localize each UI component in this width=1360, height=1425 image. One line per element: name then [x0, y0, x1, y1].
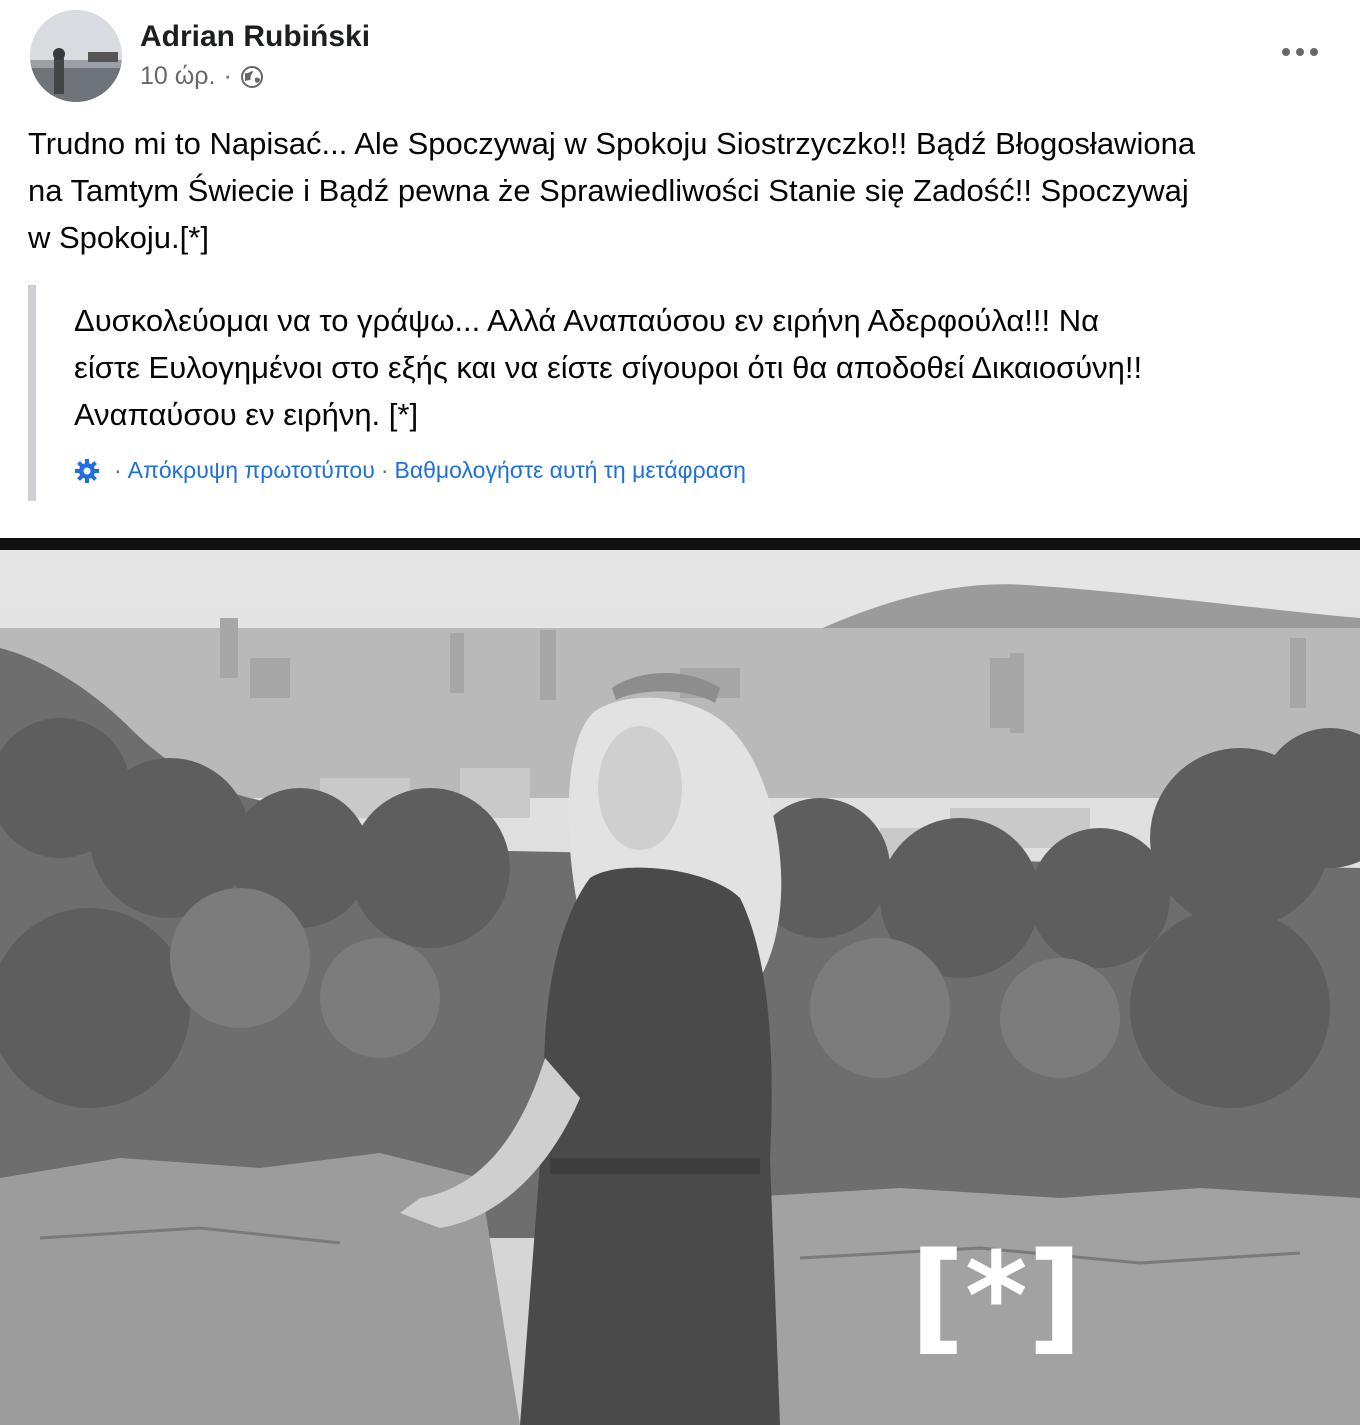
post-meta: 10 ώρ. · [140, 62, 264, 91]
post-time[interactable]: 10 ώρ. [140, 62, 215, 91]
more-options-button[interactable] [1270, 32, 1330, 72]
avatar[interactable] [30, 10, 122, 102]
link-separator: · [114, 457, 122, 483]
post-header: Adrian Rubiński 10 ώρ. · [30, 10, 1340, 110]
post-photo[interactable]: [*] [0, 538, 1360, 1425]
photo-image: [*] [0, 538, 1360, 1425]
link-separator: · [380, 457, 389, 483]
translation-text: Δυσκολεύομαι να το γράψω... Αλλά Αναπαύσ… [74, 297, 1344, 438]
post-text: Trudno mi to Napisać... Ale Spoczywaj w … [28, 120, 1328, 261]
more-dot [1296, 48, 1304, 56]
post-text-line: Trudno mi to Napisać... Ale Spoczywaj w … [28, 126, 1196, 161]
photo-watermark: [*] [910, 1228, 1082, 1367]
translation-block: Δυσκολεύομαι να το γράψω... Αλλά Αναπαύσ… [28, 285, 1338, 501]
translation-line: Δυσκολεύομαι να το γράψω... Αλλά Αναπαύσ… [74, 303, 1100, 338]
rate-translation-link[interactable]: Βαθμολογήστε αυτή τη μετάφραση [394, 457, 745, 484]
hide-original-link[interactable]: Απόκρυψη πρωτοτύπου [128, 457, 375, 484]
gear-icon[interactable] [74, 458, 100, 484]
translation-line: είστε Ευλογημένοι στο εξής και να είστε … [74, 350, 1143, 385]
meta-separator: · [223, 62, 232, 90]
author-name[interactable]: Adrian Rubiński [140, 20, 370, 54]
translation-line: Αναπαύσου εν ειρήνη. [*] [74, 397, 419, 432]
translation-actions: · Απόκρυψη πρωτοτύπου · Βαθμολογήστε αυτ… [74, 457, 746, 484]
post-text-line: w Spokoju.[*] [28, 220, 209, 255]
globe-icon [240, 65, 264, 89]
more-dot [1310, 48, 1318, 56]
more-options-icon [1282, 48, 1290, 56]
post-text-line: na Tamtym Świecie i Bądź pewna że Sprawi… [28, 173, 1189, 208]
